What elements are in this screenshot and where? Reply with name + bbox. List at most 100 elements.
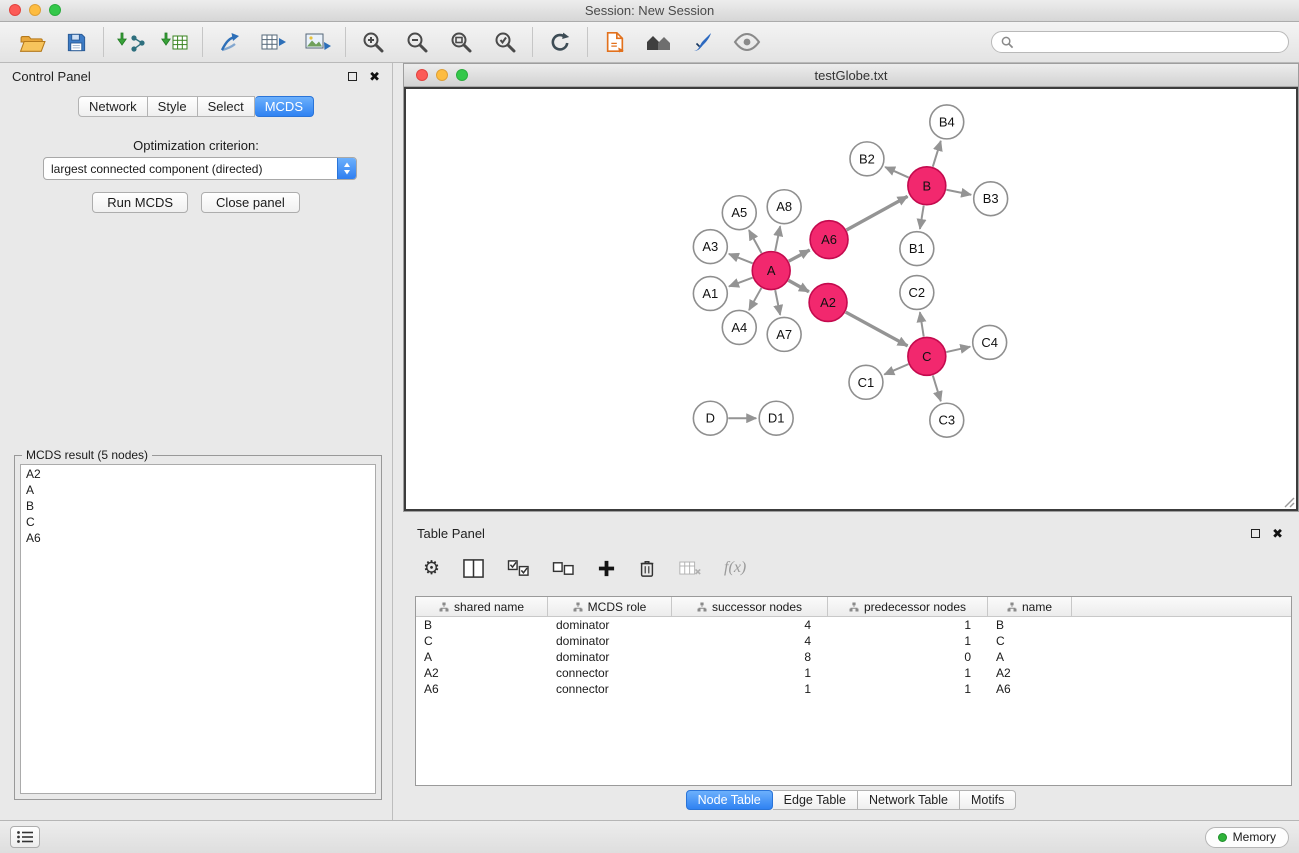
new-table-button[interactable] (252, 25, 296, 59)
select-all-rows-button[interactable] (507, 559, 530, 578)
import-table-button[interactable] (153, 25, 197, 59)
cell-predecessor-nodes[interactable]: 1 (828, 617, 988, 633)
cell-mcds-role[interactable]: dominator (548, 633, 672, 649)
node-B1[interactable]: B1 (900, 232, 934, 266)
edge-A-A2[interactable] (789, 280, 809, 291)
node-A5[interactable]: A5 (722, 196, 756, 230)
mcds-result-item[interactable]: C (21, 514, 375, 530)
open-session-button[interactable] (10, 25, 54, 59)
toolbar-search[interactable] (991, 31, 1289, 53)
table-row[interactable]: Adominator80A (416, 649, 1291, 665)
network-window-titlebar[interactable]: testGlobe.txt (404, 64, 1298, 87)
control-tab-mcds[interactable]: MCDS (255, 96, 314, 117)
resize-grip[interactable] (1281, 494, 1295, 508)
save-session-button[interactable] (54, 25, 98, 59)
cell-name[interactable]: A6 (988, 681, 1072, 697)
node-A1[interactable]: A1 (693, 277, 727, 311)
float-panel-icon[interactable] (1251, 529, 1260, 538)
cell-name[interactable]: C (988, 633, 1072, 649)
zoom-in-button[interactable] (351, 25, 395, 59)
node-A4[interactable]: A4 (722, 310, 756, 344)
function-builder-button[interactable]: f(x) (724, 559, 746, 577)
node-A8[interactable]: A8 (767, 190, 801, 224)
float-panel-icon[interactable] (348, 72, 357, 81)
edge-A2-C[interactable] (846, 312, 908, 346)
edge-A-A8[interactable] (775, 226, 780, 251)
edge-A-A7[interactable] (775, 290, 780, 315)
cell-shared-name[interactable]: A6 (416, 681, 548, 697)
memory-button[interactable]: Memory (1205, 827, 1289, 848)
first-neighbors-button[interactable] (593, 25, 637, 59)
network-canvas[interactable]: AA1A2A3A4A5A6A7A8BB1B2B3B4CC1C2C3C4DD1 (404, 87, 1298, 511)
cell-mcds-role[interactable]: connector (548, 681, 672, 697)
search-input[interactable] (1019, 35, 1279, 49)
close-panel-icon[interactable]: ✖ (1272, 527, 1283, 540)
mcds-result-item[interactable]: A6 (21, 530, 375, 546)
apply-layout-button[interactable] (538, 25, 582, 59)
edge-B-B2[interactable] (885, 167, 909, 178)
node-A6[interactable]: A6 (810, 221, 848, 259)
edge-C-C4[interactable] (946, 347, 970, 352)
table-tab-edge-table[interactable]: Edge Table (773, 790, 858, 810)
maximize-window-button[interactable] (49, 4, 61, 16)
node-A2[interactable]: A2 (809, 284, 847, 322)
node-C[interactable]: C (908, 337, 946, 375)
cell-successor-nodes[interactable]: 4 (672, 617, 828, 633)
edge-A-A5[interactable] (749, 230, 762, 253)
cell-successor-nodes[interactable]: 4 (672, 633, 828, 649)
cell-predecessor-nodes[interactable]: 1 (828, 633, 988, 649)
mcds-result-list[interactable]: A2ABCA6 (20, 464, 376, 794)
minimize-network-window-button[interactable] (436, 69, 448, 81)
column-header-successor-nodes[interactable]: successor nodes (672, 597, 828, 616)
control-tab-network[interactable]: Network (78, 96, 148, 117)
node-C2[interactable]: C2 (900, 276, 934, 310)
cell-shared-name[interactable]: C (416, 633, 548, 649)
cell-successor-nodes[interactable]: 1 (672, 665, 828, 681)
table-tab-network-table[interactable]: Network Table (858, 790, 960, 810)
close-panel-button[interactable]: Close panel (201, 192, 300, 213)
optimization-criterion-select[interactable]: largest connected component (directed) (43, 157, 357, 180)
deselect-all-rows-button[interactable] (552, 559, 575, 578)
cell-name[interactable]: B (988, 617, 1072, 633)
cell-mcds-role[interactable]: connector (548, 665, 672, 681)
node-B2[interactable]: B2 (850, 142, 884, 176)
node-B[interactable]: B (908, 167, 946, 205)
node-D1[interactable]: D1 (759, 401, 793, 435)
cell-predecessor-nodes[interactable]: 0 (828, 649, 988, 665)
table-settings-gear-icon[interactable]: ⚙ (423, 559, 440, 578)
edge-A-A3[interactable] (729, 254, 753, 263)
edge-A-A1[interactable] (729, 278, 753, 287)
edge-B-B1[interactable] (920, 206, 924, 229)
mcds-result-item[interactable]: A (21, 482, 375, 498)
export-image-button[interactable] (296, 25, 340, 59)
column-header-name[interactable]: name (988, 597, 1072, 616)
cell-mcds-role[interactable]: dominator (548, 649, 672, 665)
node-A3[interactable]: A3 (693, 230, 727, 264)
add-row-button[interactable] (597, 559, 616, 578)
table-row[interactable]: A6connector11A6 (416, 681, 1291, 697)
apply-style-button[interactable] (681, 25, 725, 59)
delete-rows-button[interactable] (638, 558, 656, 578)
table-tab-node-table[interactable]: Node Table (686, 790, 773, 810)
cell-mcds-role[interactable]: dominator (548, 617, 672, 633)
cell-predecessor-nodes[interactable]: 1 (828, 665, 988, 681)
node-B4[interactable]: B4 (930, 105, 964, 139)
delete-table-button-disabled[interactable] (678, 559, 702, 578)
zoom-out-button[interactable] (395, 25, 439, 59)
show-graphics-details-button[interactable] (725, 25, 769, 59)
edge-A-A4[interactable] (749, 288, 761, 310)
maximize-network-window-button[interactable] (456, 69, 468, 81)
control-tab-select[interactable]: Select (198, 96, 255, 117)
node-B3[interactable]: B3 (974, 182, 1008, 216)
column-visibility-button[interactable] (462, 558, 485, 579)
node-D[interactable]: D (693, 401, 727, 435)
node-A[interactable]: A (752, 252, 790, 290)
edge-C-C1[interactable] (884, 364, 908, 374)
node-C4[interactable]: C4 (973, 325, 1007, 359)
clone-network-button[interactable] (208, 25, 252, 59)
run-mcds-button[interactable]: Run MCDS (92, 192, 188, 213)
zoom-selected-button[interactable] (483, 25, 527, 59)
cell-predecessor-nodes[interactable]: 1 (828, 681, 988, 697)
edge-A6-B[interactable] (847, 196, 908, 230)
mcds-result-item[interactable]: B (21, 498, 375, 514)
